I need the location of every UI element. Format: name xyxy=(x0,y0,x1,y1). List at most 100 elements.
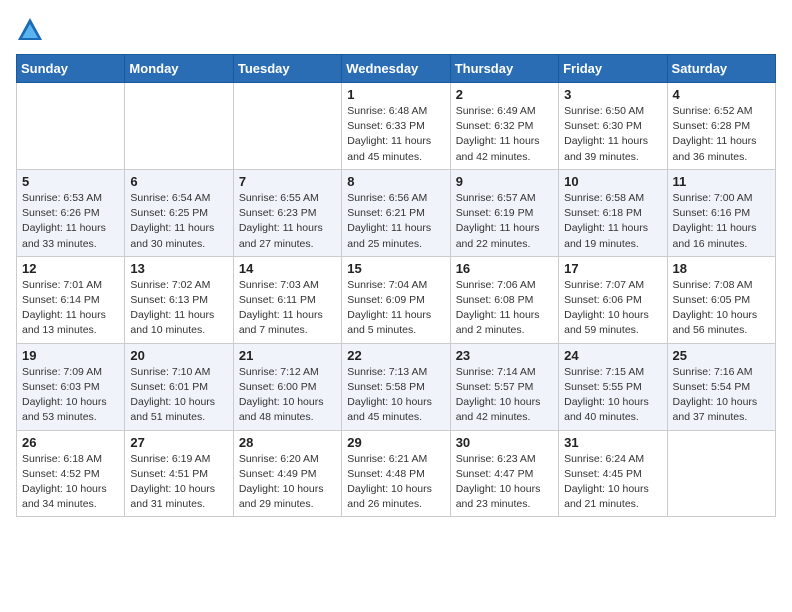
calendar-cell: 10 Sunrise: 6:58 AM Sunset: 6:18 PM Dayli… xyxy=(559,169,667,256)
day-number: 16 xyxy=(456,261,553,276)
day-info: Sunrise: 7:03 AM Sunset: 6:11 PM Dayligh… xyxy=(239,278,336,339)
day-number: 27 xyxy=(130,435,227,450)
day-number: 5 xyxy=(22,174,119,189)
day-info: Sunrise: 7:01 AM Sunset: 6:14 PM Dayligh… xyxy=(22,278,119,339)
weekday-header: Sunday xyxy=(17,55,125,83)
weekday-header: Monday xyxy=(125,55,233,83)
calendar-cell: 17Sunrise: 7:07 AM Sunset: 6:06 PM Dayli… xyxy=(559,256,667,343)
day-number: 17 xyxy=(564,261,661,276)
day-info: Sunrise: 6:18 AM Sunset: 4:52 PM Dayligh… xyxy=(22,452,119,513)
day-info: Sunrise: 6:48 AM Sunset: 6:33 PM Dayligh… xyxy=(347,104,444,165)
calendar-cell: 19 Sunrise: 7:09 AM Sunset: 6:03 PM Dayli… xyxy=(17,343,125,430)
calendar-week-row: 1 Sunrise: 6:48 AM Sunset: 6:33 PM Daylig… xyxy=(17,83,776,170)
calendar-cell: 21 Sunrise: 7:12 AM Sunset: 6:00 PM Dayli… xyxy=(233,343,341,430)
day-number: 10 xyxy=(564,174,661,189)
day-info: Sunrise: 6:52 AM Sunset: 6:28 PM Dayligh… xyxy=(673,104,770,165)
day-info: Sunrise: 7:12 AM Sunset: 6:00 PM Dayligh… xyxy=(239,365,336,426)
day-number: 31 xyxy=(564,435,661,450)
day-number: 2 xyxy=(456,87,553,102)
calendar-cell: 11 Sunrise: 7:00 AM Sunset: 6:16 PM Dayli… xyxy=(667,169,775,256)
day-info: Sunrise: 7:00 AM Sunset: 6:16 PM Dayligh… xyxy=(673,191,770,252)
calendar-cell: 14 Sunrise: 7:03 AM Sunset: 6:11 PM Dayli… xyxy=(233,256,341,343)
day-info: Sunrise: 7:06 AM Sunset: 6:08 PM Dayligh… xyxy=(456,278,553,339)
calendar-cell: 1 Sunrise: 6:48 AM Sunset: 6:33 PM Daylig… xyxy=(342,83,450,170)
calendar-cell: 8 Sunrise: 6:56 AM Sunset: 6:21 PM Daylig… xyxy=(342,169,450,256)
weekday-header: Wednesday xyxy=(342,55,450,83)
calendar-cell: 18 Sunrise: 7:08 AM Sunset: 6:05 PM Dayli… xyxy=(667,256,775,343)
day-info: Sunrise: 7:13 AM Sunset: 5:58 PM Dayligh… xyxy=(347,365,444,426)
weekday-header: Saturday xyxy=(667,55,775,83)
calendar-cell: 7 Sunrise: 6:55 AM Sunset: 6:23 PM Daylig… xyxy=(233,169,341,256)
day-info: Sunrise: 6:23 AM Sunset: 4:47 PM Dayligh… xyxy=(456,452,553,513)
calendar-cell xyxy=(17,83,125,170)
day-number: 21 xyxy=(239,348,336,363)
calendar-cell: 22 Sunrise: 7:13 AM Sunset: 5:58 PM Dayli… xyxy=(342,343,450,430)
day-number: 13 xyxy=(130,261,227,276)
day-number: 23 xyxy=(456,348,553,363)
day-number: 22 xyxy=(347,348,444,363)
day-info: Sunrise: 6:57 AM Sunset: 6:19 PM Dayligh… xyxy=(456,191,553,252)
calendar-cell: 25Sunrise: 7:16 AM Sunset: 5:54 PM Dayli… xyxy=(667,343,775,430)
logo xyxy=(16,16,48,44)
day-number: 6 xyxy=(130,174,227,189)
calendar-cell: 29Sunrise: 6:21 AM Sunset: 4:48 PM Dayli… xyxy=(342,430,450,517)
calendar-cell: 15Sunrise: 7:04 AM Sunset: 6:09 PM Dayli… xyxy=(342,256,450,343)
weekday-header: Friday xyxy=(559,55,667,83)
day-number: 9 xyxy=(456,174,553,189)
calendar-cell xyxy=(125,83,233,170)
page-header xyxy=(16,16,776,44)
day-number: 20 xyxy=(130,348,227,363)
day-info: Sunrise: 7:08 AM Sunset: 6:05 PM Dayligh… xyxy=(673,278,770,339)
day-number: 14 xyxy=(239,261,336,276)
day-info: Sunrise: 7:15 AM Sunset: 5:55 PM Dayligh… xyxy=(564,365,661,426)
calendar-cell: 30 Sunrise: 6:23 AM Sunset: 4:47 PM Dayli… xyxy=(450,430,558,517)
calendar-cell: 27 Sunrise: 6:19 AM Sunset: 4:51 PM Dayli… xyxy=(125,430,233,517)
calendar-cell: 20 Sunrise: 7:10 AM Sunset: 6:01 PM Dayli… xyxy=(125,343,233,430)
day-info: Sunrise: 6:56 AM Sunset: 6:21 PM Dayligh… xyxy=(347,191,444,252)
day-info: Sunrise: 7:09 AM Sunset: 6:03 PM Dayligh… xyxy=(22,365,119,426)
calendar-cell: 4 Sunrise: 6:52 AM Sunset: 6:28 PM Daylig… xyxy=(667,83,775,170)
day-info: Sunrise: 6:54 AM Sunset: 6:25 PM Dayligh… xyxy=(130,191,227,252)
calendar-week-row: 19 Sunrise: 7:09 AM Sunset: 6:03 PM Dayli… xyxy=(17,343,776,430)
calendar-week-row: 12 Sunrise: 7:01 AM Sunset: 6:14 PM Dayli… xyxy=(17,256,776,343)
day-info: Sunrise: 6:20 AM Sunset: 4:49 PM Dayligh… xyxy=(239,452,336,513)
calendar-cell: 23 Sunrise: 7:14 AM Sunset: 5:57 PM Dayli… xyxy=(450,343,558,430)
day-info: Sunrise: 7:10 AM Sunset: 6:01 PM Dayligh… xyxy=(130,365,227,426)
day-number: 29 xyxy=(347,435,444,450)
calendar-cell: 2 Sunrise: 6:49 AM Sunset: 6:32 PM Daylig… xyxy=(450,83,558,170)
day-number: 24 xyxy=(564,348,661,363)
day-info: Sunrise: 6:55 AM Sunset: 6:23 PM Dayligh… xyxy=(239,191,336,252)
calendar-cell: 28Sunrise: 6:20 AM Sunset: 4:49 PM Dayli… xyxy=(233,430,341,517)
day-info: Sunrise: 6:58 AM Sunset: 6:18 PM Dayligh… xyxy=(564,191,661,252)
day-info: Sunrise: 6:49 AM Sunset: 6:32 PM Dayligh… xyxy=(456,104,553,165)
day-number: 12 xyxy=(22,261,119,276)
calendar-week-row: 5Sunrise: 6:53 AM Sunset: 6:26 PM Daylig… xyxy=(17,169,776,256)
day-info: Sunrise: 6:19 AM Sunset: 4:51 PM Dayligh… xyxy=(130,452,227,513)
calendar-cell: 9 Sunrise: 6:57 AM Sunset: 6:19 PM Daylig… xyxy=(450,169,558,256)
calendar-cell: 5Sunrise: 6:53 AM Sunset: 6:26 PM Daylig… xyxy=(17,169,125,256)
calendar-cell: 6 Sunrise: 6:54 AM Sunset: 6:25 PM Daylig… xyxy=(125,169,233,256)
calendar-week-row: 26 Sunrise: 6:18 AM Sunset: 4:52 PM Dayli… xyxy=(17,430,776,517)
day-info: Sunrise: 7:02 AM Sunset: 6:13 PM Dayligh… xyxy=(130,278,227,339)
weekday-header: Thursday xyxy=(450,55,558,83)
day-number: 4 xyxy=(673,87,770,102)
calendar-cell: 16 Sunrise: 7:06 AM Sunset: 6:08 PM Dayli… xyxy=(450,256,558,343)
calendar-cell: 3Sunrise: 6:50 AM Sunset: 6:30 PM Daylig… xyxy=(559,83,667,170)
calendar-cell: 24 Sunrise: 7:15 AM Sunset: 5:55 PM Dayli… xyxy=(559,343,667,430)
weekday-header-row: SundayMondayTuesdayWednesdayThursdayFrid… xyxy=(17,55,776,83)
day-number: 7 xyxy=(239,174,336,189)
calendar-cell: 12 Sunrise: 7:01 AM Sunset: 6:14 PM Dayli… xyxy=(17,256,125,343)
logo-icon xyxy=(16,16,44,44)
day-number: 19 xyxy=(22,348,119,363)
day-number: 11 xyxy=(673,174,770,189)
day-info: Sunrise: 7:04 AM Sunset: 6:09 PM Dayligh… xyxy=(347,278,444,339)
day-number: 30 xyxy=(456,435,553,450)
calendar-cell: 31Sunrise: 6:24 AM Sunset: 4:45 PM Dayli… xyxy=(559,430,667,517)
day-number: 8 xyxy=(347,174,444,189)
day-number: 25 xyxy=(673,348,770,363)
day-info: Sunrise: 7:14 AM Sunset: 5:57 PM Dayligh… xyxy=(456,365,553,426)
day-number: 1 xyxy=(347,87,444,102)
calendar-table: SundayMondayTuesdayWednesdayThursdayFrid… xyxy=(16,54,776,517)
day-number: 26 xyxy=(22,435,119,450)
day-number: 18 xyxy=(673,261,770,276)
